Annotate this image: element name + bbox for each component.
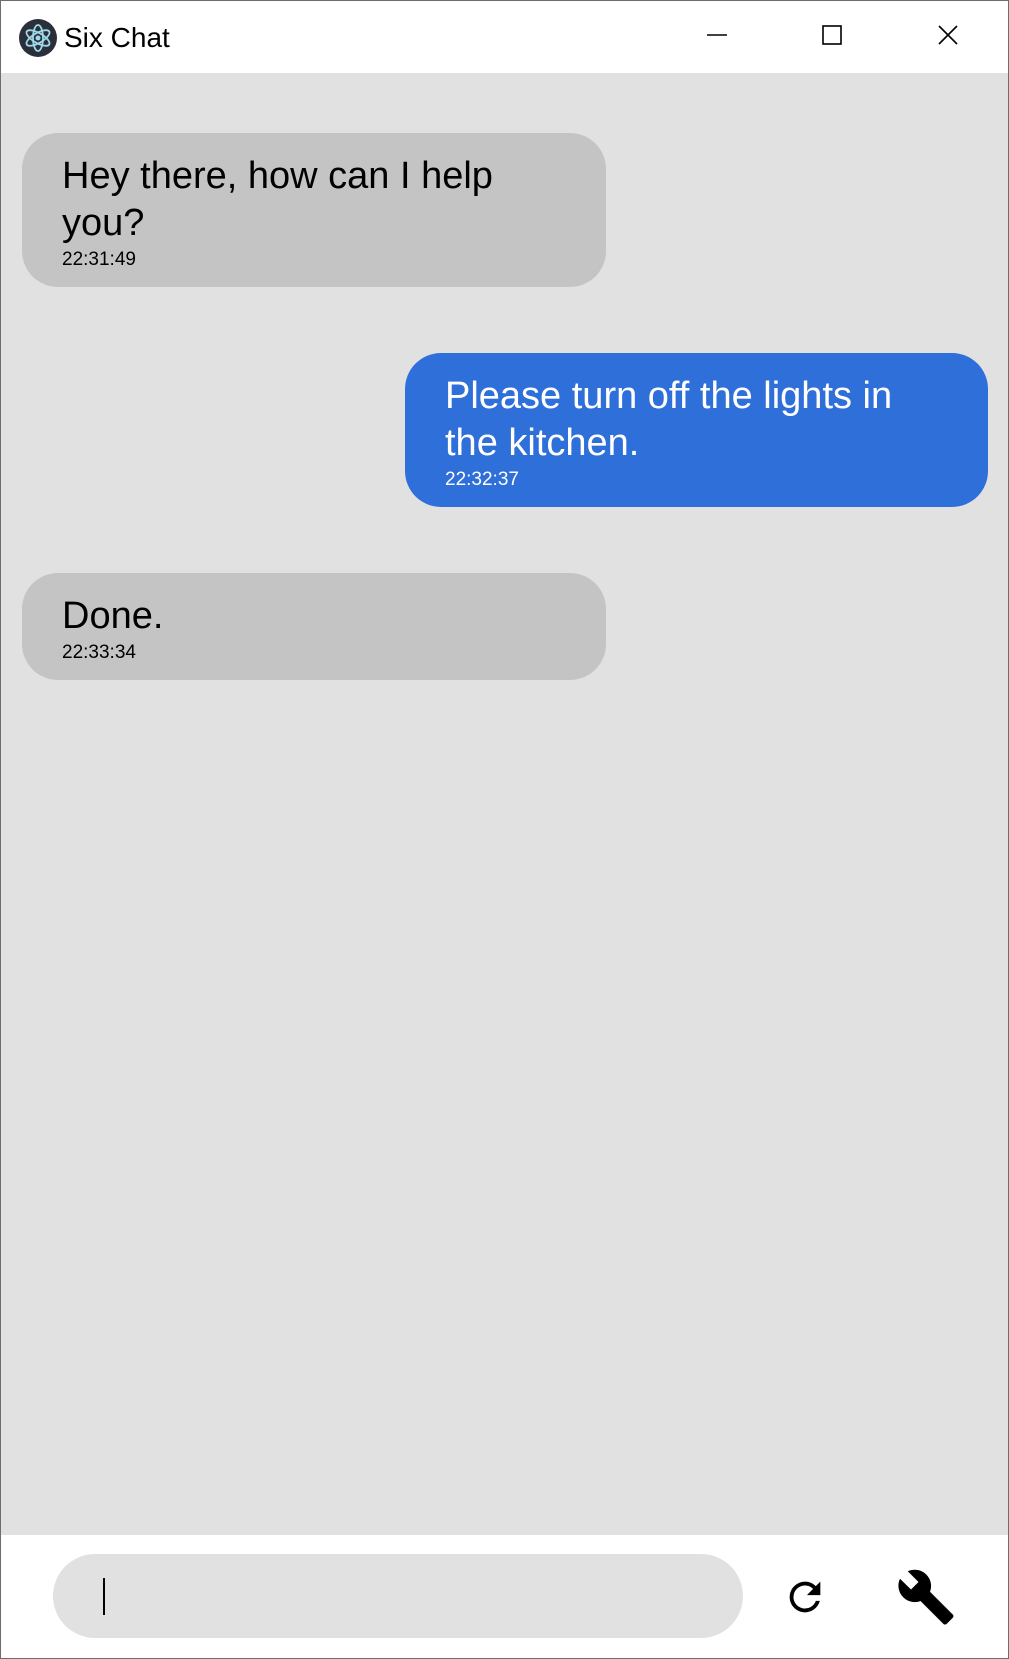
- message-input[interactable]: [53, 1554, 743, 1638]
- text-caret: [103, 1578, 105, 1615]
- composer-bar: [1, 1535, 1008, 1658]
- close-button[interactable]: [890, 1, 1006, 73]
- title-bar[interactable]: Six Chat: [1, 1, 1008, 73]
- message-bubble-bot: Done. 22:33:34: [22, 573, 606, 680]
- message-text: Done.: [62, 595, 164, 637]
- minimize-icon: [706, 24, 728, 51]
- message-bubble-user: Please turn off the lights in the kitche…: [405, 353, 988, 507]
- chat-history[interactable]: Hey there, how can I help you? 22:31:49 …: [1, 73, 1008, 1535]
- minimize-button[interactable]: [659, 1, 775, 73]
- message-timestamp: 22:33:34: [62, 642, 136, 663]
- app-window: Six Chat Hey there, how can I help you? …: [0, 0, 1009, 1659]
- message-text: Please turn off the lights in the kitche…: [445, 375, 893, 464]
- settings-button[interactable]: [894, 1567, 958, 1631]
- refresh-button[interactable]: [779, 1573, 831, 1625]
- message-text: Hey there, how can I help you?: [62, 155, 493, 244]
- maximize-button[interactable]: [774, 1, 890, 73]
- window-title: Six Chat: [64, 22, 170, 53]
- message-bubble-bot: Hey there, how can I help you? 22:31:49: [22, 133, 606, 287]
- close-icon: [937, 24, 959, 51]
- message-timestamp: 22:32:37: [445, 469, 519, 490]
- wrench-icon: [896, 1567, 956, 1632]
- refresh-icon: [782, 1574, 828, 1625]
- message-timestamp: 22:31:49: [62, 249, 136, 270]
- electron-atom-icon: [18, 18, 58, 58]
- maximize-icon: [821, 24, 843, 51]
